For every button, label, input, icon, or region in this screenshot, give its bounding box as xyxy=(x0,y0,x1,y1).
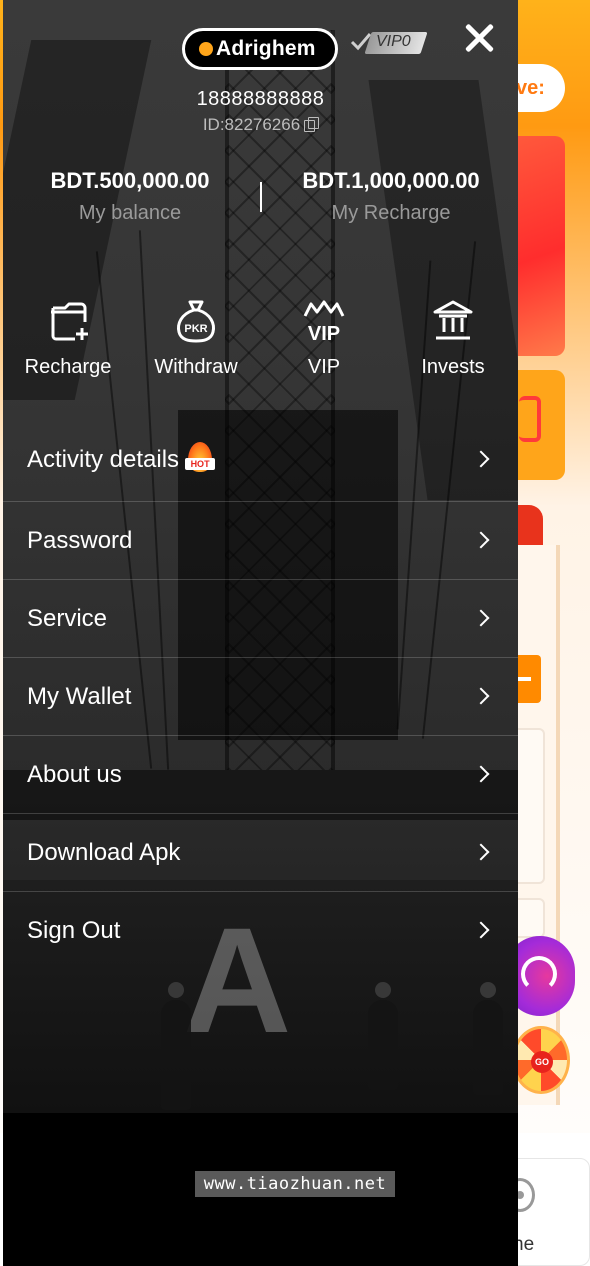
logo-dot-icon xyxy=(199,42,213,56)
feature-mark-icon xyxy=(519,396,541,442)
recharge-stat: BDT.1,000,000.00 My Recharge xyxy=(266,168,516,225)
balance-value: BDT.500,000.00 xyxy=(50,168,210,193)
menu-item-about-us[interactable]: About us xyxy=(3,736,518,814)
withdraw-label: Withdraw xyxy=(154,356,238,378)
recharge-label: Recharge xyxy=(24,356,112,378)
withdraw-button[interactable]: PKR Withdraw xyxy=(136,298,256,379)
menu-item-label: Password xyxy=(27,526,133,554)
headset-icon xyxy=(521,956,557,992)
recharge-total-value: BDT.1,000,000.00 xyxy=(302,168,480,193)
recharge-icon xyxy=(51,302,88,341)
vip-button[interactable]: VIP VIP xyxy=(264,298,384,379)
chevron-right-icon xyxy=(472,450,490,467)
copy-icon[interactable] xyxy=(304,117,320,132)
user-id-row: ID:82276266 xyxy=(3,115,518,135)
svg-text:VIP: VIP xyxy=(308,323,340,344)
logo-text: Adrighem xyxy=(216,37,316,60)
chevron-right-icon xyxy=(472,921,490,939)
account-stats: BDT.500,000.00 My balance BDT.1,000,000.… xyxy=(3,168,518,228)
chevron-right-icon xyxy=(472,531,490,548)
menu-item-label: Download Apk xyxy=(27,838,181,866)
user-id: ID:82276266 xyxy=(202,115,301,134)
bank-icon xyxy=(433,300,473,340)
menu-item-label: My Wallet xyxy=(27,682,132,710)
chevron-right-icon xyxy=(472,843,490,860)
vip-level-badge: VIP0 xyxy=(350,30,428,54)
menu-item-password[interactable]: Password xyxy=(3,502,518,580)
chevron-right-icon xyxy=(472,765,490,782)
balance-stat: BDT.500,000.00 My balance xyxy=(5,168,255,225)
chevron-right-icon xyxy=(472,687,490,704)
menu-item-label: Service xyxy=(27,604,108,632)
svg-text:PKR: PKR xyxy=(184,323,207,335)
menu-item-label: Activity details xyxy=(27,445,180,473)
vip-crown-icon: VIP xyxy=(303,300,345,344)
drawer-menu: Activity details HOT Password Service My… xyxy=(3,418,518,970)
brand-logo: Adrighem xyxy=(182,28,338,70)
invests-button[interactable]: Invests xyxy=(393,298,513,379)
side-drawer: A Adrighem VIP0 18888888888 ID:82276266 … xyxy=(3,0,518,1266)
vip-level-text: VIP0 xyxy=(376,33,411,50)
menu-item-activity-details[interactable]: Activity details HOT xyxy=(3,418,518,502)
balance-label: My balance xyxy=(78,202,182,224)
watermark: www.tiaozhuan.net xyxy=(195,1171,395,1197)
stats-divider xyxy=(260,182,262,212)
invests-label: Invests xyxy=(421,356,485,378)
recharge-button[interactable]: Recharge xyxy=(8,298,128,379)
user-phone: 18888888888 xyxy=(196,88,325,110)
menu-item-label: Sign Out xyxy=(27,917,121,944)
close-drawer-button[interactable] xyxy=(459,18,499,58)
chevron-right-icon xyxy=(472,609,490,626)
pkr-bag-icon: PKR xyxy=(177,300,215,343)
menu-item-my-wallet[interactable]: My Wallet xyxy=(3,658,518,736)
quick-actions: Recharge PKR Withdraw VIP VIP Invests xyxy=(3,298,518,388)
menu-item-service[interactable]: Service xyxy=(3,580,518,658)
menu-item-sign-out[interactable]: Sign Out xyxy=(3,892,518,970)
lucky-wheel-button[interactable] xyxy=(512,1026,570,1094)
recharge-total-label: My Recharge xyxy=(331,202,451,224)
menu-item-label: About us xyxy=(27,760,122,788)
hot-flame-icon: HOT xyxy=(185,441,216,478)
menu-item-download-apk[interactable]: Download Apk xyxy=(3,814,518,892)
vip-label: VIP xyxy=(307,356,341,378)
hot-badge-text: HOT xyxy=(185,457,216,470)
